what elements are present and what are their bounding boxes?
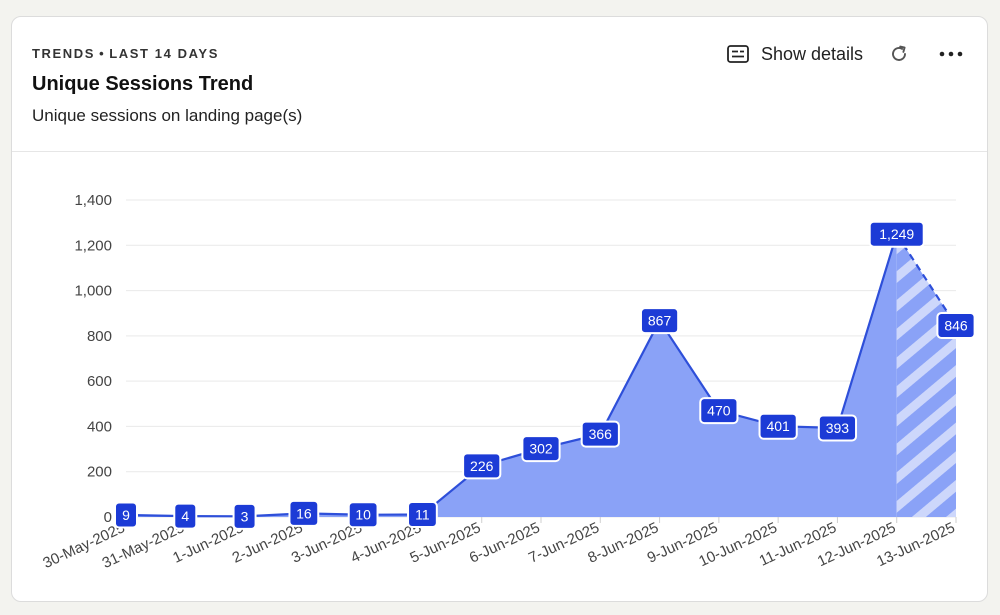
data-label: 10 — [347, 501, 379, 529]
chart-area: 0 200 400 600 800 1,000 1,200 1,400 30-May-2025 3… — [12, 152, 987, 601]
data-label-text: 366 — [589, 426, 613, 442]
data-label-text: 10 — [355, 507, 371, 523]
data-label: 302 — [521, 435, 561, 463]
data-label: 470 — [699, 397, 739, 425]
card-header: TRENDS • LAST 14 DAYS Unique Sessions Tren… — [12, 17, 987, 152]
data-label: 16 — [288, 499, 320, 527]
data-label-text: 226 — [470, 458, 494, 474]
data-label-text: 11 — [415, 507, 430, 523]
data-label-text: 16 — [296, 505, 312, 521]
refresh-icon — [892, 45, 906, 61]
y-tick-label: 1,200 — [74, 237, 112, 254]
trend-card: TRENDS • LAST 14 DAYS Unique Sessions Tren… — [11, 16, 988, 602]
sessions-area-chart: 02004006008001,0001,2001,40030-May-20253… — [40, 192, 976, 572]
y-tick-label: 400 — [87, 418, 112, 435]
data-label: 867 — [639, 307, 680, 335]
projected-area-fill — [896, 234, 956, 517]
y-tick-label: 200 — [87, 464, 112, 481]
eyebrow-range: LAST 14 DAYS — [109, 46, 219, 61]
data-label-text: 302 — [529, 441, 553, 457]
data-label: 393 — [817, 414, 858, 442]
show-details-label: Show details — [760, 43, 863, 64]
data-label: 366 — [580, 420, 620, 448]
data-label-text: 393 — [826, 420, 850, 436]
y-tick-label: 1,000 — [74, 283, 112, 300]
data-label-text: 4 — [181, 508, 189, 524]
data-label-text: 867 — [648, 313, 672, 329]
more-horizontal-icon — [939, 51, 963, 57]
y-tick-label: 1,400 — [74, 192, 112, 209]
card-subtitle: Unique sessions on landing page(s) — [32, 106, 303, 125]
data-label: 846 — [936, 311, 976, 339]
data-label-text: 3 — [241, 508, 249, 524]
y-tick-label: 600 — [87, 373, 112, 390]
data-label: 4 — [173, 502, 198, 530]
data-label: 226 — [462, 452, 502, 480]
data-label: 1,249 — [868, 220, 925, 248]
card-actions: Show details — [727, 41, 963, 67]
card-eyebrow: TRENDS • LAST 14 DAYS — [32, 46, 219, 61]
refresh-button[interactable] — [889, 44, 909, 64]
sessions-area-fill — [126, 234, 897, 517]
eyebrow-separator: • — [99, 46, 106, 61]
data-label-text: 470 — [707, 403, 731, 419]
details-card-icon — [727, 45, 749, 63]
data-label-text: 9 — [122, 507, 130, 523]
y-tick-label: 800 — [87, 328, 112, 345]
data-label-text: 846 — [944, 317, 968, 333]
data-label-text: 1,249 — [879, 226, 914, 242]
more-options-button[interactable] — [939, 51, 963, 57]
eyebrow-section: TRENDS — [32, 46, 96, 61]
data-label: 401 — [758, 412, 798, 440]
data-label-text: 401 — [766, 418, 790, 434]
data-label: 9 — [114, 501, 138, 529]
data-label: 11 — [407, 501, 438, 529]
card-title: Unique Sessions Trend — [32, 73, 254, 95]
show-details-button[interactable]: Show details — [727, 44, 863, 65]
data-label: 3 — [232, 502, 257, 530]
